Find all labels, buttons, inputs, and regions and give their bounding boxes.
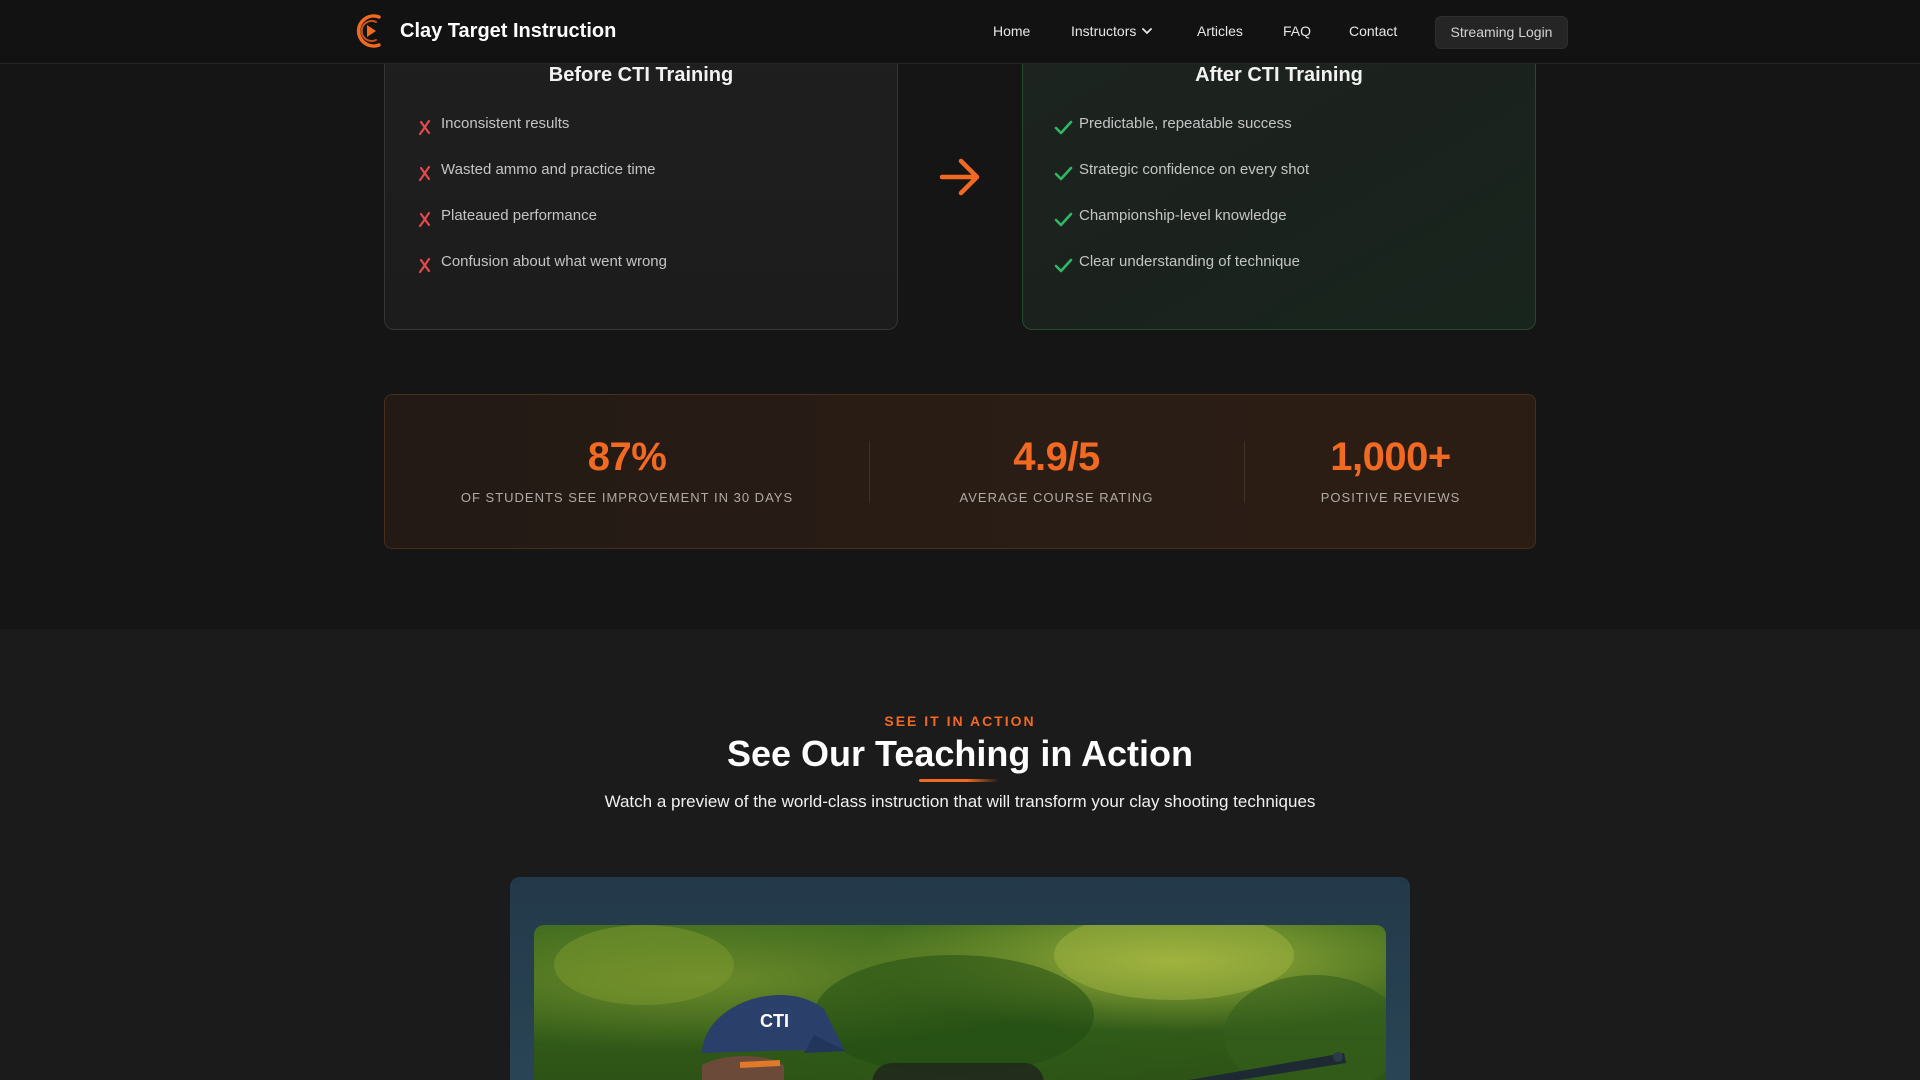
section-subtitle: Watch a preview of the world-class instr… (604, 792, 1316, 811)
after-training-card: After CTI Training Predictable, repeatab… (1022, 40, 1536, 330)
after-item-text: Predictable, repeatable success (1079, 115, 1292, 132)
stat-label: POSITIVE REVIEWS (1320, 490, 1461, 505)
streaming-login-button[interactable]: Streaming Login (1435, 16, 1568, 49)
x-mark-icon (418, 165, 431, 182)
x-mark-icon (418, 211, 431, 228)
check-icon (1054, 258, 1073, 273)
stat-value: 1,000+ (1330, 435, 1451, 479)
x-mark-icon (418, 257, 431, 274)
teaching-in-action-section: SEE IT IN ACTION See Our Teaching in Act… (0, 629, 1920, 1080)
before-item-text: Plateaued performance (441, 207, 597, 224)
video-thumbnail[interactable]: CTI (534, 925, 1386, 1080)
site-header: Clay Target Instruction Home Instructors… (0, 0, 1920, 64)
before-item-text: Confusion about what went wrong (441, 253, 667, 270)
nav-instructors[interactable]: Instructors (1071, 23, 1153, 39)
video-controls-bar[interactable] (872, 1063, 1044, 1080)
check-icon (1054, 120, 1073, 135)
chevron-down-icon (1142, 28, 1153, 34)
video-preview-frame: CTI (510, 877, 1410, 1080)
stat-value: 4.9/5 (1013, 435, 1100, 479)
nav-home[interactable]: Home (993, 23, 1030, 39)
brand-name[interactable]: Clay Target Instruction (400, 20, 616, 43)
check-icon (1054, 166, 1073, 181)
clay-target-logo-icon[interactable] (353, 11, 387, 51)
stat-value: 87% (587, 435, 667, 479)
after-item-text: Strategic confidence on every shot (1079, 161, 1310, 178)
before-item-text: Inconsistent results (441, 115, 570, 132)
stats-banner: 87% OF STUDENTS SEE IMPROVEMENT IN 30 DA… (384, 394, 1536, 549)
stat-label: AVERAGE COURSE RATING (959, 490, 1154, 505)
check-icon (1054, 212, 1073, 227)
nav-instructors-label: Instructors (1071, 23, 1137, 39)
stat-improvement: 87% OF STUDENTS SEE IMPROVEMENT IN 30 DA… (385, 435, 869, 505)
nav-contact[interactable]: Contact (1349, 23, 1397, 39)
shooter-illustration: CTI (554, 925, 1386, 1080)
after-item-text: Clear understanding of technique (1079, 253, 1300, 270)
before-card-title: Before CTI Training (548, 64, 734, 86)
section-eyebrow: SEE IT IN ACTION (884, 713, 1036, 729)
stat-label: OF STUDENTS SEE IMPROVEMENT IN 30 DAYS (460, 490, 794, 505)
stat-reviews: 1,000+ POSITIVE REVIEWS (1244, 435, 1537, 505)
nav-faq[interactable]: FAQ (1283, 23, 1311, 39)
title-underline (919, 779, 999, 782)
svg-text:CTI: CTI (760, 1011, 789, 1031)
after-item-text: Championship-level knowledge (1079, 207, 1287, 224)
stat-rating: 4.9/5 AVERAGE COURSE RATING (869, 435, 1244, 505)
before-training-card: Before CTI Training Inconsistent results… (384, 40, 898, 330)
before-item-text: Wasted ammo and practice time (441, 161, 656, 178)
x-mark-icon (418, 119, 431, 136)
arrow-right-icon (939, 158, 980, 196)
nav-articles[interactable]: Articles (1197, 23, 1243, 39)
section-title: See Our Teaching in Action (726, 733, 1194, 774)
after-card-title: After CTI Training (1195, 64, 1363, 86)
